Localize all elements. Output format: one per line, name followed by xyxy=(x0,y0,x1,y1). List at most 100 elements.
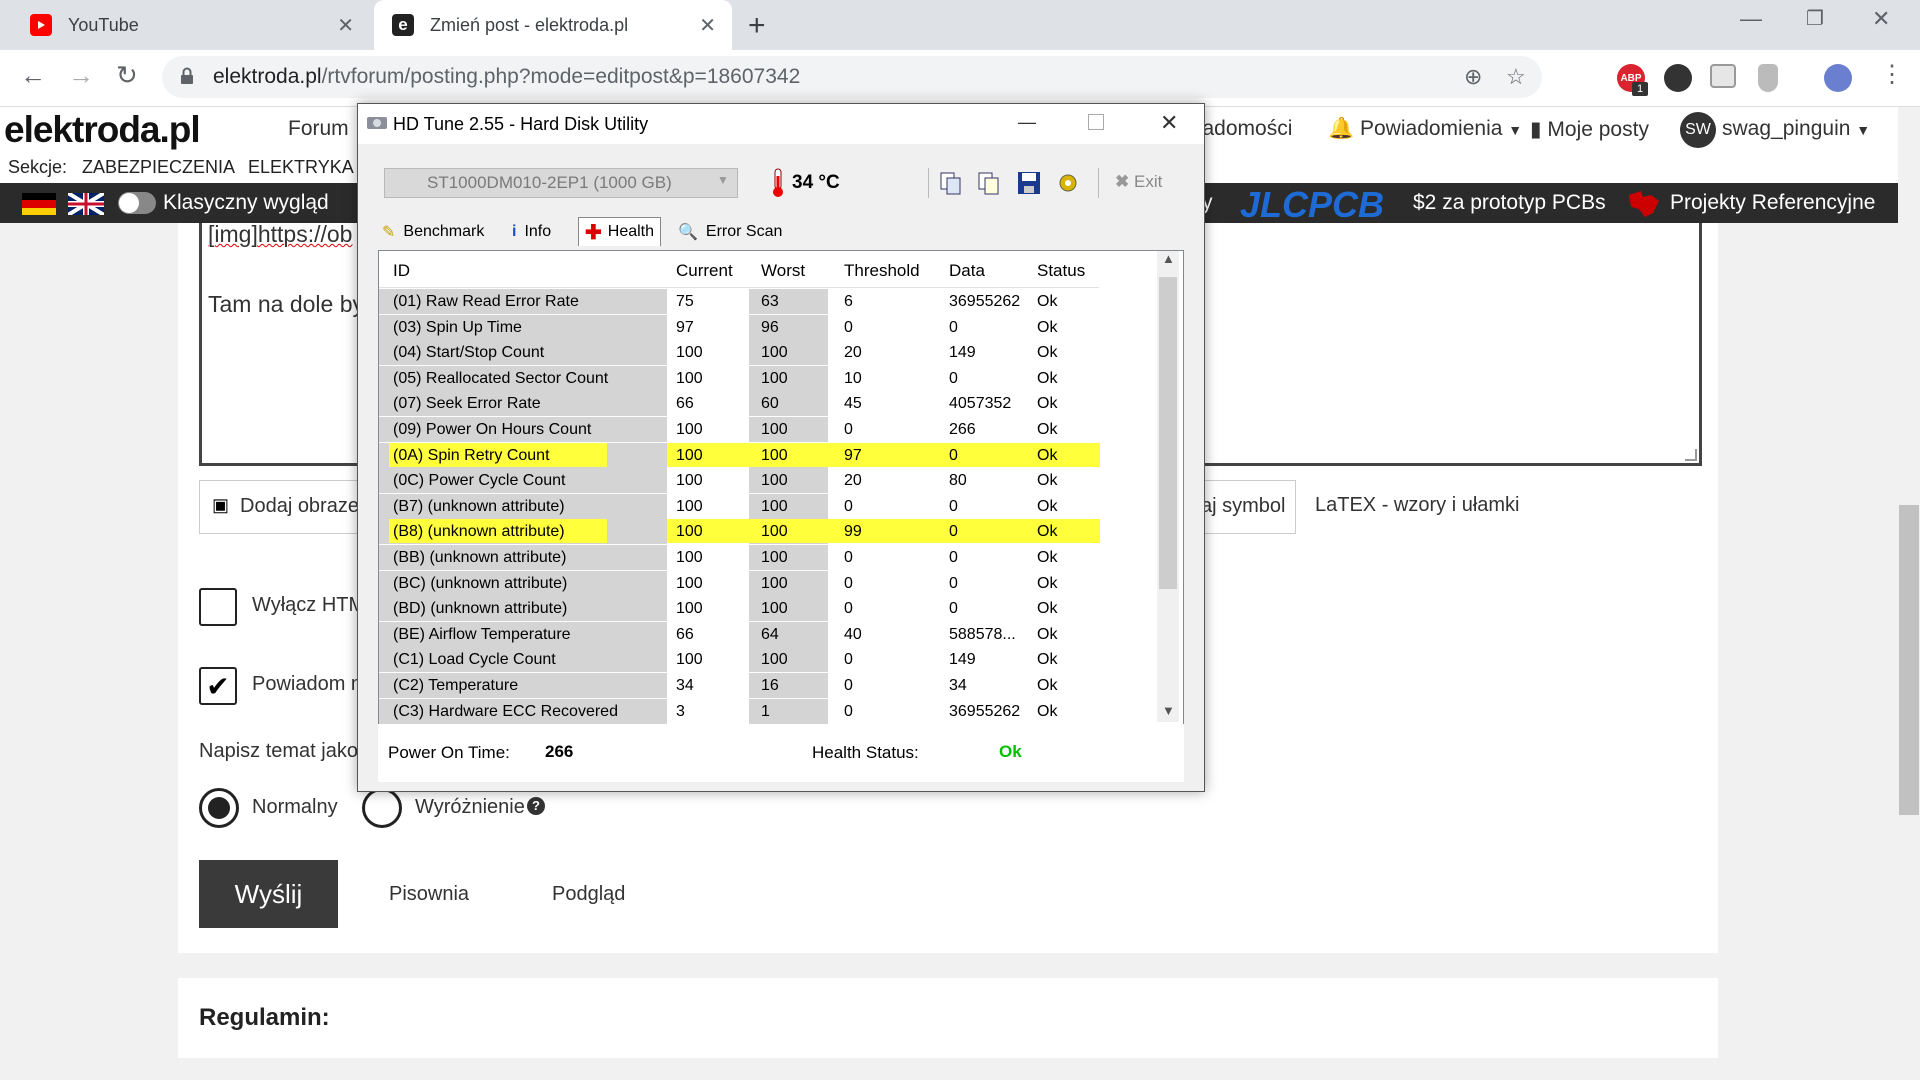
status-panel: Power On Time: 266 Health Status: Ok xyxy=(378,724,1184,782)
hdtune-close-button[interactable]: ✕ xyxy=(1160,110,1178,136)
add-image-button[interactable]: ▣ Dodaj obraze xyxy=(199,480,371,534)
forward-button[interactable]: → xyxy=(68,60,94,91)
table-row[interactable]: (05) Reallocated Sector Count 100 100 10 0 Ok xyxy=(379,366,1099,391)
drive-select[interactable]: ST1000DM010-2EP1 (1000 GB) ▼ xyxy=(384,168,738,198)
reload-button[interactable]: ↻ xyxy=(116,60,138,91)
german-flag-icon[interactable] xyxy=(22,193,56,215)
section-link[interactable]: ELEKTRYKA xyxy=(248,157,354,178)
tab-info[interactable]: i Info xyxy=(512,219,551,245)
close-tab-icon[interactable]: ✕ xyxy=(337,13,354,38)
jlcpcb-logo[interactable]: JLCPCB xyxy=(1240,184,1384,226)
table-scrollbar-thumb[interactable] xyxy=(1159,277,1177,589)
tab-error-scan[interactable]: 🔍 Error Scan xyxy=(678,219,782,245)
options-icon[interactable] xyxy=(1056,170,1082,196)
cell-status: Ok xyxy=(1037,626,1058,643)
shield-icon[interactable] xyxy=(1758,64,1778,92)
table-row[interactable]: (BD) (unknown attribute) 100 100 0 0 Ok xyxy=(379,596,1099,621)
cell-id: (BD) (unknown attribute) xyxy=(393,600,568,617)
table-row[interactable]: (01) Raw Read Error Rate 75 63 6 36955262 Ok xyxy=(379,289,1099,314)
site-logo[interactable]: elektroda.pl xyxy=(4,109,201,151)
latex-button[interactable]: LaTEX - wzory i ułamki xyxy=(1315,494,1520,517)
cell-worst: 96 xyxy=(761,319,779,336)
uk-flag-icon[interactable] xyxy=(66,191,106,217)
table-row[interactable]: (C2) Temperature 34 16 0 34 Ok xyxy=(379,673,1099,698)
nav-forum[interactable]: Forum xyxy=(288,117,349,141)
tab-title: YouTube xyxy=(68,14,139,35)
hdtune-minimize-button[interactable]: — xyxy=(1018,112,1036,133)
restore-window-button[interactable]: ❐ xyxy=(1806,6,1824,31)
close-window-button[interactable]: ✕ xyxy=(1872,6,1890,32)
spelling-button[interactable]: Pisownia xyxy=(389,883,469,906)
section-link[interactable]: ZABEZPIECZENIA xyxy=(82,157,235,178)
table-row[interactable]: (07) Seek Error Rate 66 60 45 4057352 Ok xyxy=(379,391,1099,416)
table-row[interactable]: (C1) Load Cycle Count 100 100 0 149 Ok xyxy=(379,647,1099,672)
install-icon[interactable]: ⊕ xyxy=(1464,64,1482,90)
tab-youtube[interactable]: YouTube ✕ xyxy=(0,0,370,50)
table-row[interactable]: (0C) Power Cycle Count 100 100 20 80 Ok xyxy=(379,468,1099,493)
copy-icon[interactable] xyxy=(938,170,964,196)
exit-button[interactable]: ✖ Exit xyxy=(1115,172,1162,192)
reference-projects-link[interactable]: Projekty Referencyjne xyxy=(1670,191,1875,215)
hdtune-titlebar[interactable]: HD Tune 2.55 - Hard Disk Utility — ✕ xyxy=(358,104,1204,144)
tab-elektroda[interactable]: e Zmień post - elektroda.pl ✕ xyxy=(374,0,732,50)
radio-highlight[interactable] xyxy=(362,788,402,828)
cast-icon[interactable] xyxy=(1710,64,1736,88)
page-scrollbar-thumb[interactable] xyxy=(1899,505,1919,815)
table-row[interactable]: (0A) Spin Retry Count 100 100 97 0 Ok xyxy=(379,443,1100,468)
classic-view-toggle[interactable] xyxy=(118,192,156,214)
scroll-down-arrow[interactable]: ▼ xyxy=(1162,703,1175,718)
preview-button[interactable]: Podgląd xyxy=(552,883,625,906)
help-icon[interactable]: ? xyxy=(527,797,545,815)
disable-html-checkbox[interactable] xyxy=(199,588,237,626)
send-button[interactable]: Wyślij xyxy=(199,860,338,928)
radio-normal[interactable] xyxy=(199,788,239,828)
table-row[interactable]: (04) Start/Stop Count 100 100 20 149 Ok xyxy=(379,340,1099,365)
table-row[interactable]: (B7) (unknown attribute) 100 100 0 0 Ok xyxy=(379,494,1099,519)
notify-checkbox[interactable]: ✔ xyxy=(199,667,237,705)
browser-menu-icon[interactable]: ⋮ xyxy=(1880,60,1904,89)
resize-handle[interactable] xyxy=(1685,449,1697,461)
hdtune-maximize-button[interactable] xyxy=(1088,114,1104,130)
nav-messages[interactable]: Wiadomości xyxy=(1190,117,1292,141)
cell-data: 0 xyxy=(949,370,958,387)
cell-id: (C2) Temperature xyxy=(393,677,519,694)
scroll-up-arrow[interactable]: ▲ xyxy=(1162,251,1175,266)
table-row[interactable]: (BB) (unknown attribute) 100 100 0 0 Ok xyxy=(379,545,1099,570)
table-row[interactable]: (03) Spin Up Time 97 96 0 0 Ok xyxy=(379,315,1099,340)
column-header-data[interactable]: Data xyxy=(949,261,985,281)
column-header-current[interactable]: Current xyxy=(676,261,733,281)
toolbar-divider xyxy=(928,168,929,198)
close-tab-icon[interactable]: ✕ xyxy=(699,13,716,38)
nav-notifications[interactable]: 🔔 Powiadomienia ▼ xyxy=(1328,117,1522,141)
column-header-status[interactable]: Status xyxy=(1037,261,1085,281)
bookmark-star-icon[interactable]: ☆ xyxy=(1506,64,1526,90)
table-row[interactable]: (09) Power On Hours Count 100 100 0 266 Ok xyxy=(379,417,1099,442)
back-button[interactable]: ← xyxy=(20,60,46,91)
table-row[interactable]: (B8) (unknown attribute) 100 100 99 0 Ok xyxy=(379,519,1100,544)
profile-avatar[interactable] xyxy=(1824,64,1852,92)
cell-data: 0 xyxy=(949,600,958,617)
cell-worst: 63 xyxy=(761,293,779,310)
user-avatar[interactable]: SW xyxy=(1680,112,1716,148)
new-tab-button[interactable]: + xyxy=(748,9,766,43)
vpn-icon[interactable] xyxy=(1664,64,1692,92)
tab-benchmark[interactable]: ✎ Benchmark xyxy=(382,219,484,245)
nav-my-posts[interactable]: ▮ Moje posty xyxy=(1530,117,1649,142)
tab-health[interactable]: ✚ Health xyxy=(578,217,662,246)
cell-data: 4057352 xyxy=(949,395,1012,412)
column-header-worst[interactable]: Worst xyxy=(761,261,805,281)
table-row[interactable]: (BE) Airflow Temperature 66 64 40 588578... O… xyxy=(379,622,1099,647)
column-header-threshold[interactable]: Threshold xyxy=(844,261,920,281)
promo-text[interactable]: $2 za prototyp PCBs xyxy=(1413,191,1606,215)
cell-threshold: 20 xyxy=(844,344,862,361)
copy-all-icon[interactable] xyxy=(976,170,1002,196)
insert-symbol-button[interactable]: aj symbol xyxy=(1200,480,1296,534)
chevron-down-icon: ▼ xyxy=(1508,122,1523,138)
column-header-id[interactable]: ID xyxy=(393,261,410,281)
table-row[interactable]: (C3) Hardware ECC Recovered 3 1 0 36955262 Ok xyxy=(379,699,1099,724)
user-menu[interactable]: swag_pinguin ▼ xyxy=(1722,117,1870,141)
table-row[interactable]: (BC) (unknown attribute) 100 100 0 0 Ok xyxy=(379,571,1099,596)
save-icon[interactable] xyxy=(1016,170,1042,196)
cell-data: 34 xyxy=(949,677,967,694)
minimize-window-button[interactable]: — xyxy=(1740,6,1762,32)
